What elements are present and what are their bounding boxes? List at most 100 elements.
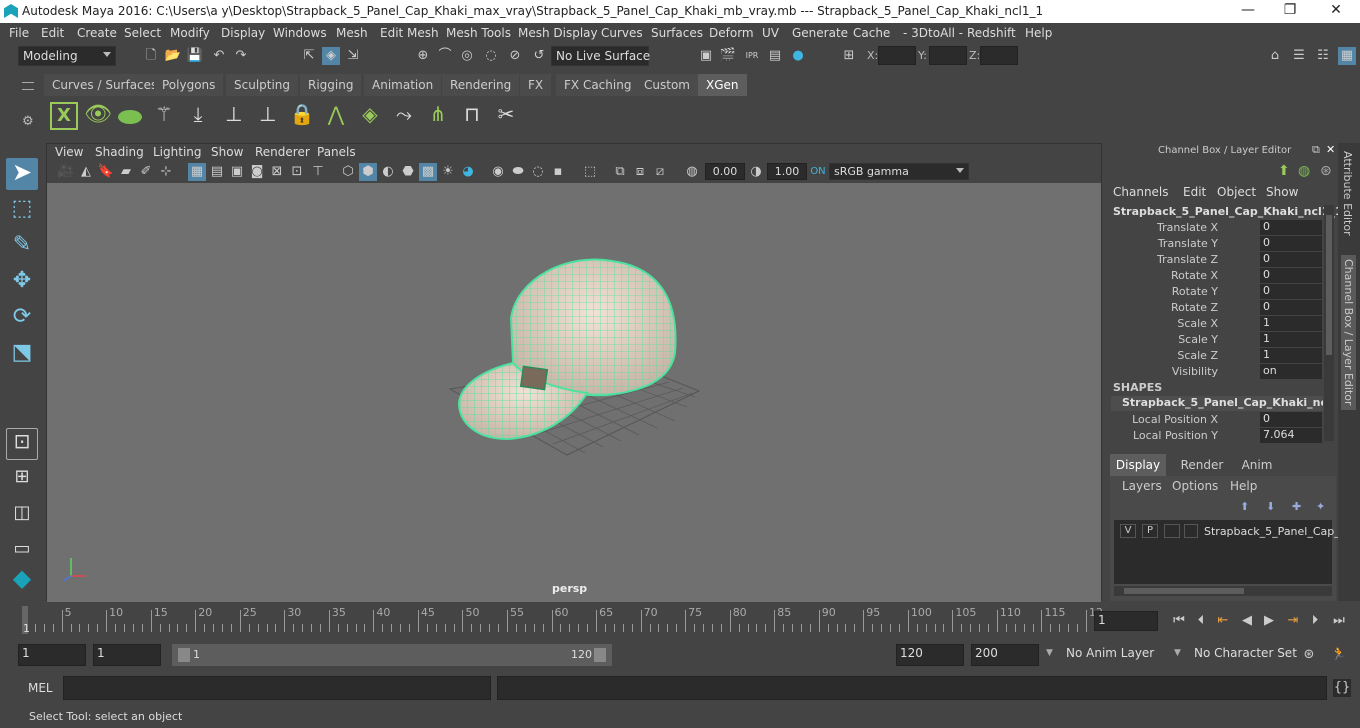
move-tool-icon[interactable]: ✥ — [6, 268, 38, 300]
gamma-field[interactable]: 1.00 — [767, 163, 807, 180]
menu-mesh[interactable]: Mesh — [336, 26, 368, 40]
menu-windows[interactable]: Windows — [273, 26, 327, 40]
cb-menu-object[interactable]: Object — [1217, 185, 1256, 199]
shelf-tab-xgen[interactable]: XGen — [698, 74, 747, 96]
xgen-place-guide-icon[interactable]: ⤓ — [184, 102, 212, 130]
attr-rotate-x[interactable]: Rotate X 0 — [1106, 268, 1326, 284]
shelf-tab-rigging[interactable]: Rigging — [300, 74, 362, 96]
viewport-menu-shading[interactable]: Shading — [95, 145, 144, 159]
attribute-editor-toggle-icon[interactable]: ☰ — [1290, 47, 1308, 65]
xgen-groom-icon[interactable]: ⋀ — [322, 102, 350, 130]
y-coord-field[interactable] — [929, 46, 967, 65]
shape-name[interactable]: Strapback_5_Panel_Cap_Khaki_ncl1_... — [1111, 396, 1323, 411]
viewport-menu-show[interactable]: Show — [211, 145, 243, 159]
shelf-tab-animation[interactable]: Animation — [364, 74, 442, 96]
minimize-button[interactable]: — — [1238, 2, 1258, 18]
cb-menu-channels[interactable]: Channels — [1113, 185, 1169, 199]
step-back-key-icon[interactable]: ⇤ — [1214, 612, 1232, 630]
menu-generate[interactable]: Generate — [792, 26, 848, 40]
play-forward-icon[interactable]: ▶ — [1260, 612, 1278, 630]
xgen-lock-guide-icon[interactable]: 🔒 — [288, 102, 316, 130]
smooth-shade-icon[interactable]: ⬢ — [359, 163, 377, 181]
menu-cache[interactable]: Cache — [853, 26, 890, 40]
x-coord-field[interactable] — [878, 46, 916, 65]
xgen-clump-icon[interactable]: ⋔ — [424, 102, 452, 130]
xgen-add-point-icon[interactable]: ⊥ — [220, 102, 248, 130]
menu-mesh-display[interactable]: Mesh Display — [518, 26, 598, 40]
playback-start-field[interactable]: 1 — [93, 644, 161, 666]
menu-3dtoall[interactable]: - 3DtoAll - — [903, 26, 963, 40]
side-tab-attribute-editor[interactable]: Attribute Editor — [1341, 151, 1354, 236]
shelf-tab-fx-caching[interactable]: FX Caching — [556, 74, 640, 96]
wireframe-on-shaded-icon[interactable]: ⬣ — [399, 163, 417, 181]
select-hierarchy-icon[interactable]: ⇱ — [300, 47, 318, 65]
menu-modify[interactable]: Modify — [170, 26, 210, 40]
play-backward-icon[interactable]: ◀ — [1238, 612, 1256, 630]
xgen-density-icon[interactable]: ◈ — [356, 102, 384, 130]
attr-value[interactable]: 0 — [1260, 268, 1322, 283]
ipr-render-icon[interactable]: IPR — [743, 47, 761, 65]
layer-scrollbar-thumb[interactable] — [1124, 588, 1244, 594]
snap-surface-icon[interactable]: ⊘ — [506, 47, 524, 65]
field-chart-icon[interactable]: ⊠ — [268, 163, 286, 181]
layer-row[interactable]: V P Strapback_5_Panel_Cap_ — [1116, 522, 1340, 540]
two-view-layout-icon[interactable]: ◫ — [6, 502, 38, 534]
attr-scale-y[interactable]: Scale Y 1 — [1106, 332, 1326, 348]
time-slider-bar[interactable]: 5 10 15 20 25 30 35 40 45 50 55 60 65 70 75 80 85 90 95 100… — [18, 604, 1103, 635]
attr-translate-z[interactable]: Translate Z 0 — [1106, 252, 1326, 268]
render-settings-icon[interactable]: ▣ — [697, 47, 715, 65]
lasso-tool-icon[interactable]: ⬚ — [6, 196, 38, 228]
viewport-menu-panels[interactable]: Panels — [317, 145, 356, 159]
menu-edit-mesh[interactable]: Edit Mesh — [380, 26, 439, 40]
select-camera-icon[interactable]: 🎥 — [57, 163, 75, 181]
new-scene-icon[interactable]: 🗋 — [142, 47, 160, 65]
time-slider[interactable]: 5 10 15 20 25 30 35 40 45 50 55 60 65 70 75 80 85 90 95 100… — [0, 602, 1360, 640]
shelf-tab-polygons[interactable]: Polygons — [154, 74, 224, 96]
isolate-select-icon[interactable]: ▪ — [549, 163, 567, 181]
shelf-tab-sculpting[interactable]: Sculpting — [226, 74, 299, 96]
attr-value[interactable]: on — [1260, 364, 1322, 379]
cb-menu-edit[interactable]: Edit — [1183, 185, 1206, 199]
xgen-editor-icon[interactable]: X — [50, 102, 78, 130]
new-layer-selected-icon[interactable]: ✦ — [1316, 500, 1325, 513]
xgen-cut-icon[interactable]: ✂ — [492, 102, 520, 130]
shadows-icon[interactable]: ◕ — [459, 163, 477, 181]
menu-deform[interactable]: Deform — [709, 26, 754, 40]
layer-tab-render[interactable]: Render — [1172, 454, 1232, 476]
attr-value[interactable]: 0 — [1260, 300, 1322, 315]
character-set-dropdown[interactable]: No Character Set — [1190, 644, 1297, 666]
gamma-icon[interactable]: ◑ — [747, 163, 765, 181]
modeling-toolkit-icon[interactable]: ⌂ — [1266, 47, 1284, 65]
step-back-frame-icon[interactable]: ⏴ — [1192, 612, 1210, 630]
single-view-layout-icon[interactable]: ⊡ — [6, 428, 38, 460]
xgen-create-description-icon[interactable] — [116, 102, 144, 130]
menu-display[interactable]: Display — [221, 26, 265, 40]
layer-visibility-toggle[interactable]: V — [1120, 524, 1136, 538]
shelf-settings-gear-icon[interactable]: ⚙ — [22, 114, 34, 129]
live-surface-field[interactable]: No Live Surface — [551, 46, 650, 66]
menu-create[interactable]: Create — [77, 26, 117, 40]
attr-value[interactable]: 1 — [1260, 348, 1322, 363]
resolution-gate-icon[interactable]: ▣ — [228, 163, 246, 181]
range-slider-bar[interactable]: 1 120 — [172, 644, 612, 666]
camera-attributes-icon[interactable]: ◭ — [77, 163, 95, 181]
maya-home-icon[interactable]: ◆ — [6, 564, 38, 596]
range-end-handle[interactable] — [594, 648, 606, 662]
xray-components-icon[interactable]: ◌ — [529, 163, 547, 181]
menu-file[interactable]: File — [9, 26, 29, 40]
step-forward-frame-icon[interactable]: ⏵ — [1306, 612, 1324, 630]
bookmark-icon[interactable]: 🔖 — [97, 163, 115, 181]
tool-settings-toggle-icon[interactable]: ☷ — [1314, 47, 1332, 65]
image-plane-icon[interactable]: ▰ — [117, 163, 135, 181]
mode-selector[interactable]: Modeling — [18, 46, 116, 66]
attr-translate-y[interactable]: Translate Y 0 — [1106, 236, 1326, 252]
menu-help[interactable]: Help — [1025, 26, 1052, 40]
command-input[interactable] — [63, 676, 491, 700]
snap-grid-icon[interactable]: ⊕ — [414, 47, 432, 65]
wireframe-icon[interactable]: ⬡ — [339, 163, 357, 181]
channel-box-scrollbar[interactable] — [1324, 205, 1334, 441]
viewport-menu-lighting[interactable]: Lighting — [153, 145, 202, 159]
safe-title-icon[interactable]: ⊤ — [309, 163, 327, 181]
attr-local-position-x[interactable]: Local Position X 0 — [1106, 412, 1326, 428]
film-gate-icon[interactable]: ▤ — [208, 163, 226, 181]
